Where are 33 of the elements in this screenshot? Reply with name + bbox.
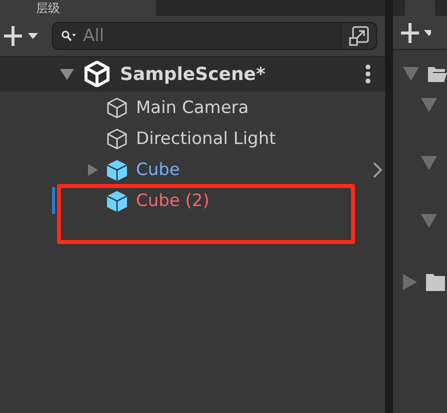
add-icon[interactable] bbox=[401, 22, 431, 44]
object-name: Cube bbox=[136, 160, 181, 180]
object-name: Directional Light bbox=[136, 128, 277, 148]
cube-outline-icon bbox=[106, 128, 128, 150]
add-icon[interactable] bbox=[4, 25, 38, 47]
object-name: Main Camera bbox=[136, 98, 250, 118]
folder-open-icon bbox=[427, 64, 447, 84]
expand-triangle-icon[interactable] bbox=[421, 98, 437, 112]
expand-triangle-icon[interactable] bbox=[60, 68, 74, 80]
search-icon bbox=[61, 30, 77, 42]
collapsed-triangle-icon[interactable] bbox=[403, 274, 417, 290]
cube-icon bbox=[106, 190, 128, 212]
scene-row[interactable]: SampleScene* bbox=[0, 57, 385, 92]
chevron-right-icon[interactable] bbox=[373, 162, 382, 178]
unity-logo-icon bbox=[84, 61, 110, 87]
tab-title: 层级 bbox=[36, 1, 60, 15]
collapsed-triangle-icon[interactable] bbox=[88, 164, 98, 176]
more-icon[interactable] bbox=[365, 64, 371, 84]
hierarchy-item[interactable]: Directional Light bbox=[0, 123, 385, 154]
panel-tab[interactable]: 层级 bbox=[0, 0, 156, 16]
scene-name: SampleScene* bbox=[120, 64, 266, 84]
object-name: Cube (2) bbox=[136, 190, 210, 210]
search-field[interactable]: All bbox=[52, 22, 377, 50]
folder-icon bbox=[425, 272, 445, 292]
expand-triangle-icon[interactable] bbox=[403, 67, 419, 81]
cube-outline-icon bbox=[106, 96, 128, 118]
expand-triangle-icon[interactable] bbox=[421, 214, 437, 228]
expand-triangle-icon[interactable] bbox=[421, 156, 437, 170]
expand-button[interactable] bbox=[341, 23, 376, 49]
hierarchy-item[interactable]: Cube bbox=[0, 154, 385, 185]
hierarchy-item[interactable]: Main Camera bbox=[0, 92, 385, 123]
hierarchy-item[interactable]: Cube (2) bbox=[0, 185, 385, 216]
cube-icon bbox=[106, 158, 128, 180]
